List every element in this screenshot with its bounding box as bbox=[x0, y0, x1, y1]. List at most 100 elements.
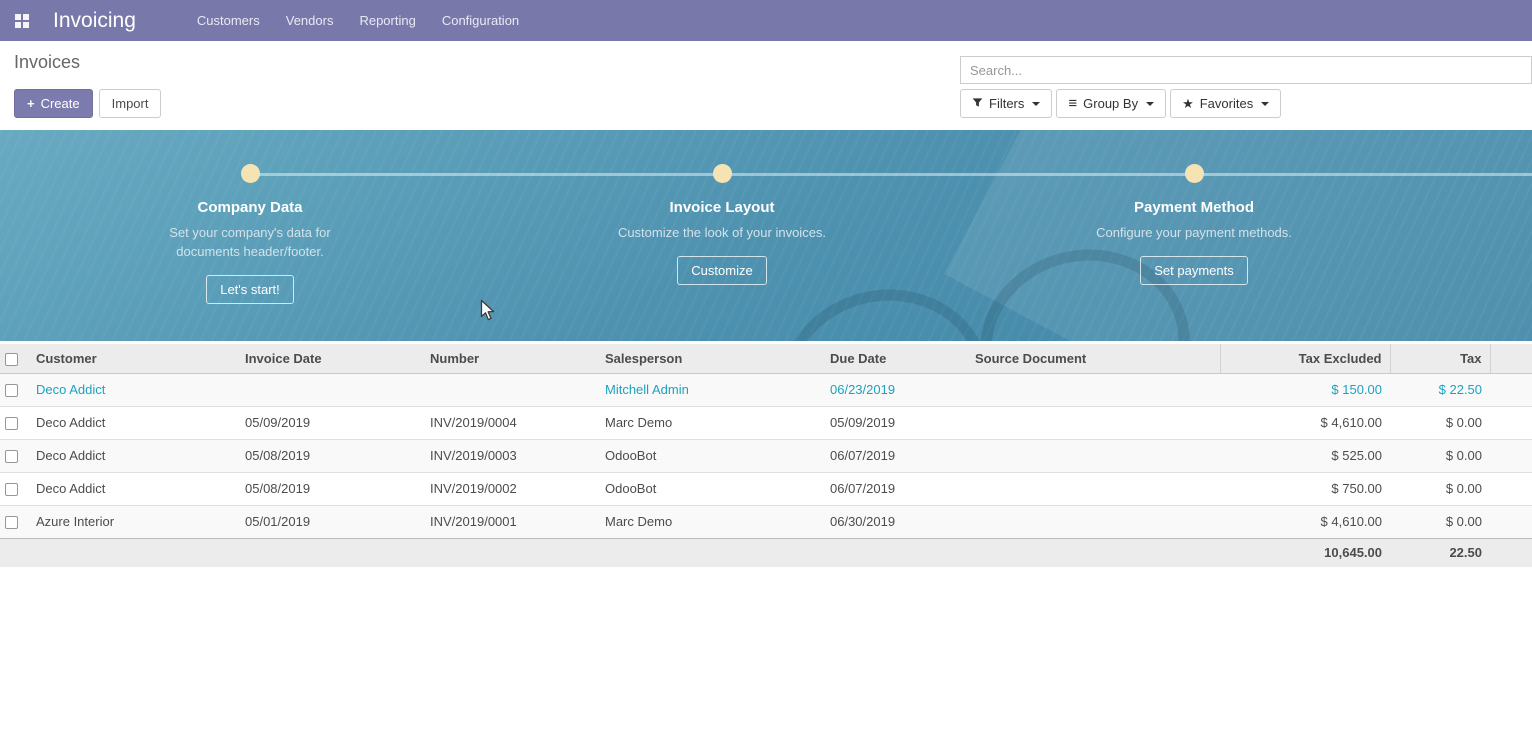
totals-tax-excluded: 10,645.00 bbox=[1220, 538, 1390, 567]
cell-tax: $ 0.00 bbox=[1390, 406, 1490, 439]
menu-vendors[interactable]: Vendors bbox=[273, 0, 347, 41]
step-description: Set your company's data for documents he… bbox=[110, 223, 390, 261]
cell-due-date: 06/23/2019 bbox=[822, 373, 967, 406]
breadcrumb-page-title: Invoices bbox=[14, 52, 80, 73]
group-by-icon: ≡ bbox=[1068, 96, 1077, 111]
cell-customer: Deco Addict bbox=[28, 472, 237, 505]
menu-reporting[interactable]: Reporting bbox=[346, 0, 428, 41]
cell-tax-excluded: $ 4,610.00 bbox=[1220, 505, 1390, 538]
table-row[interactable]: Deco Addict 05/08/2019 INV/2019/0003 Odo… bbox=[0, 439, 1532, 472]
step-title: Company Data bbox=[110, 199, 390, 216]
cell-salesperson: Mitchell Admin bbox=[597, 373, 822, 406]
column-header-salesperson[interactable]: Salesperson bbox=[597, 344, 822, 373]
cell-salesperson: Marc Demo bbox=[597, 406, 822, 439]
totals-empty-cell bbox=[967, 538, 1220, 567]
column-header-tax-excluded[interactable]: Tax Excluded bbox=[1220, 344, 1390, 373]
cell-number: INV/2019/0003 bbox=[422, 439, 597, 472]
row-checkbox[interactable] bbox=[5, 417, 18, 430]
column-header-invoice-date[interactable]: Invoice Date bbox=[237, 344, 422, 373]
top-navbar: Invoicing Customers Vendors Reporting Co… bbox=[0, 0, 1532, 41]
cell-invoice-date: 05/09/2019 bbox=[237, 406, 422, 439]
cell-customer: Deco Addict bbox=[28, 373, 237, 406]
menu-customers[interactable]: Customers bbox=[184, 0, 273, 41]
cell-tax: $ 0.00 bbox=[1390, 472, 1490, 505]
chevron-down-icon bbox=[1261, 102, 1269, 106]
column-header-due-date[interactable]: Due Date bbox=[822, 344, 967, 373]
cell-tax-excluded: $ 150.00 bbox=[1220, 373, 1390, 406]
select-all-checkbox-cell bbox=[0, 344, 28, 373]
totals-tax: 22.50 bbox=[1390, 538, 1490, 567]
menu-configuration[interactable]: Configuration bbox=[429, 0, 532, 41]
totals-empty-cell bbox=[597, 538, 822, 567]
set-payments-button[interactable]: Set payments bbox=[1140, 256, 1248, 285]
onboarding-step-payment-method: Payment Method Configure your payment me… bbox=[1054, 164, 1334, 285]
search-filter-buttons: Filters ≡ Group By ★ Favorites bbox=[960, 89, 1281, 118]
step-title: Payment Method bbox=[1054, 199, 1334, 216]
lets-start-button[interactable]: Let's start! bbox=[206, 275, 294, 304]
search-input[interactable] bbox=[960, 56, 1532, 84]
table-totals-row: 10,645.00 22.50 bbox=[0, 538, 1532, 567]
step-title: Invoice Layout bbox=[582, 199, 862, 216]
cell-invoice-date: 05/01/2019 bbox=[237, 505, 422, 538]
step-dot-icon bbox=[713, 164, 732, 183]
column-header-customer[interactable]: Customer bbox=[28, 344, 237, 373]
table-row[interactable]: Deco Addict Mitchell Admin 06/23/2019 $ … bbox=[0, 373, 1532, 406]
table-row[interactable]: Azure Interior 05/01/2019 INV/2019/0001 … bbox=[0, 505, 1532, 538]
app-title[interactable]: Invoicing bbox=[53, 9, 136, 33]
filter-funnel-icon bbox=[972, 96, 983, 111]
cell-salesperson: OdooBot bbox=[597, 472, 822, 505]
cell-source-document bbox=[967, 472, 1220, 505]
create-button[interactable]: + Create bbox=[14, 89, 93, 118]
onboarding-progress-line bbox=[250, 173, 1532, 176]
step-dot-icon bbox=[1185, 164, 1204, 183]
chevron-down-icon bbox=[1146, 102, 1154, 106]
row-checkbox-cell bbox=[0, 406, 28, 439]
group-by-button-label: Group By bbox=[1083, 96, 1138, 111]
column-header-tax[interactable]: Tax bbox=[1390, 344, 1490, 373]
control-panel: Invoices + Create Import Filters ≡ Group… bbox=[0, 41, 1532, 130]
cell-invoice-date bbox=[237, 373, 422, 406]
filters-button-label: Filters bbox=[989, 96, 1024, 111]
step-dot-icon bbox=[241, 164, 260, 183]
onboarding-step-invoice-layout: Invoice Layout Customize the look of you… bbox=[582, 164, 862, 285]
row-checkbox[interactable] bbox=[5, 450, 18, 463]
totals-empty-cell bbox=[237, 538, 422, 567]
cell-number: INV/2019/0004 bbox=[422, 406, 597, 439]
group-by-button[interactable]: ≡ Group By bbox=[1056, 89, 1166, 118]
favorites-button[interactable]: ★ Favorites bbox=[1170, 89, 1281, 118]
cell-invoice-date: 05/08/2019 bbox=[237, 472, 422, 505]
totals-empty-cell bbox=[822, 538, 967, 567]
totals-empty-cell bbox=[422, 538, 597, 567]
row-checkbox[interactable] bbox=[5, 384, 18, 397]
table-row[interactable]: Deco Addict 05/09/2019 INV/2019/0004 Mar… bbox=[0, 406, 1532, 439]
customize-button[interactable]: Customize bbox=[677, 256, 766, 285]
cell-customer: Deco Addict bbox=[28, 406, 237, 439]
row-checkbox[interactable] bbox=[5, 516, 18, 529]
table-row[interactable]: Deco Addict 05/08/2019 INV/2019/0002 Odo… bbox=[0, 472, 1532, 505]
plus-icon: + bbox=[27, 96, 35, 111]
cell-source-document bbox=[967, 439, 1220, 472]
import-button[interactable]: Import bbox=[99, 89, 162, 118]
select-all-checkbox[interactable] bbox=[5, 353, 18, 366]
import-button-label: Import bbox=[112, 96, 149, 111]
filters-button[interactable]: Filters bbox=[960, 89, 1052, 118]
cell-number bbox=[422, 373, 597, 406]
cell-source-document bbox=[967, 406, 1220, 439]
onboarding-step-company-data: Company Data Set your company's data for… bbox=[110, 164, 390, 304]
row-checkbox[interactable] bbox=[5, 483, 18, 496]
cell-tax-excluded: $ 750.00 bbox=[1220, 472, 1390, 505]
step-description: Configure your payment methods. bbox=[1054, 223, 1334, 242]
favorites-button-label: Favorites bbox=[1200, 96, 1253, 111]
create-button-label: Create bbox=[41, 96, 80, 111]
column-header-number[interactable]: Number bbox=[422, 344, 597, 373]
column-header-empty bbox=[1490, 344, 1532, 373]
table-header-row: Customer Invoice Date Number Salesperson… bbox=[0, 344, 1532, 373]
cell-tax: $ 0.00 bbox=[1390, 439, 1490, 472]
row-checkbox-cell bbox=[0, 505, 28, 538]
column-header-source-document[interactable]: Source Document bbox=[967, 344, 1220, 373]
cell-source-document bbox=[967, 505, 1220, 538]
cell-empty bbox=[1490, 439, 1532, 472]
apps-menu-icon[interactable] bbox=[8, 7, 36, 35]
main-menu: Customers Vendors Reporting Configuratio… bbox=[184, 0, 532, 41]
cell-source-document bbox=[967, 373, 1220, 406]
